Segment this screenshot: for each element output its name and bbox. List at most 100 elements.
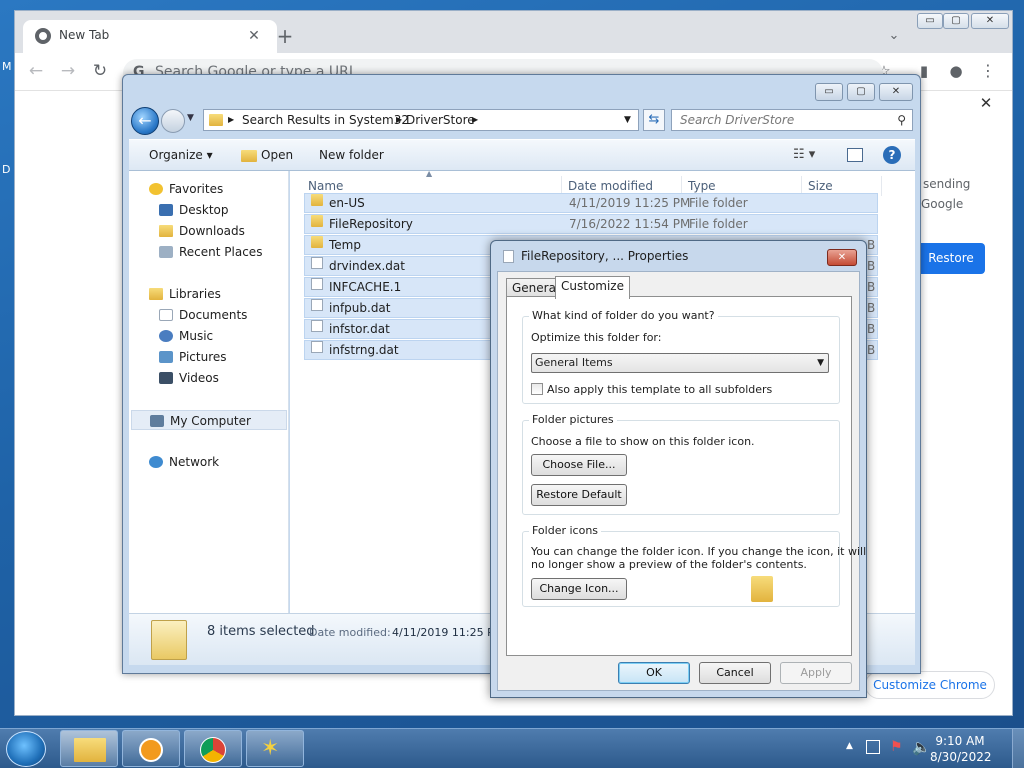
nav-music[interactable]: Music	[159, 326, 213, 346]
file-name: infstrng.dat	[329, 343, 399, 357]
change-icon-button[interactable]: Change Icon...	[531, 578, 627, 600]
restore-default-button[interactable]: Restore Default	[531, 484, 627, 506]
network-tray-icon[interactable]	[866, 740, 880, 754]
help-icon[interactable]: ?	[883, 146, 901, 164]
nav-videos[interactable]: Videos	[159, 368, 219, 388]
dialog-close-icon[interactable]: ✕	[827, 249, 857, 266]
chevron-down-icon[interactable]: ▼	[624, 110, 631, 130]
back-icon[interactable]: ←	[25, 61, 47, 83]
file-size-fragment: B	[867, 343, 876, 357]
customize-chrome-button[interactable]: Customize Chrome	[865, 671, 995, 699]
reload-icon[interactable]: ↻	[89, 61, 111, 83]
nav-desktop[interactable]: Desktop	[159, 200, 229, 220]
customize-panel: What kind of folder do you want? Optimiz…	[506, 296, 866, 656]
minimize-icon[interactable]: ▭	[917, 13, 943, 29]
file-icon	[311, 278, 323, 290]
tab-search-icon[interactable]: ⌄	[883, 26, 905, 48]
refresh-icon[interactable]: ⇆	[643, 109, 665, 131]
file-size-fragment: B	[867, 301, 876, 315]
cancel-button[interactable]: Cancel	[699, 662, 771, 684]
chrome-tabstrip: New Tab ✕ + ⌄ ▭ ▢ ✕	[15, 11, 1012, 53]
apply-button[interactable]: Apply	[780, 662, 852, 684]
menu-kebab-icon[interactable]: ⋮	[977, 61, 999, 83]
ok-button[interactable]: OK	[618, 662, 690, 684]
folder-icon	[74, 738, 106, 762]
taskbar-explorer[interactable]	[60, 730, 118, 767]
organize-button[interactable]: Organize ▾	[149, 148, 213, 162]
nav-recent-places[interactable]: Recent Places	[159, 242, 262, 262]
file-name: infstor.dat	[329, 322, 390, 336]
breadcrumb-item[interactable]: Search Results in System32	[242, 110, 409, 130]
open-folder-icon	[241, 150, 257, 162]
chevron-right-icon: ▶	[472, 115, 479, 124]
restore-button[interactable]: Restore	[917, 243, 985, 274]
new-tab-icon[interactable]: +	[274, 26, 296, 48]
search-input[interactable]: Search DriverStore ⚲	[671, 109, 913, 131]
clock[interactable]: 9:10 AM 8/30/2022	[930, 733, 992, 765]
taskbar-media-player[interactable]	[122, 730, 180, 767]
subfolders-checkbox[interactable]	[531, 383, 543, 395]
chrome-tab[interactable]: New Tab ✕	[23, 20, 277, 53]
folder-icon	[209, 114, 223, 126]
nav-favorites[interactable]: Favorites	[149, 179, 223, 199]
close-icon[interactable]: ✕	[879, 83, 913, 101]
new-folder-button[interactable]: New folder	[319, 148, 384, 162]
volume-icon[interactable]: 🔈	[912, 738, 931, 756]
minimize-icon[interactable]: ▭	[815, 83, 843, 101]
clock-date: 8/30/2022	[930, 750, 992, 764]
optimize-selected: General Items	[535, 356, 613, 369]
explorer-command-bar: Organize ▾ Open New folder ☷ ▾ ?	[129, 139, 915, 171]
chrome-tab-title: New Tab	[59, 28, 110, 42]
maximize-icon[interactable]: ▢	[847, 83, 875, 101]
close-tab-icon[interactable]: ✕	[243, 26, 265, 48]
forward-icon[interactable]: →	[57, 61, 79, 83]
navigation-pane: Favorites Desktop Downloads Recent Place…	[129, 171, 289, 613]
file-date: 4/11/2019 11:25 PM	[569, 196, 691, 210]
desktop-fragment: D	[2, 163, 11, 176]
view-options-icon[interactable]: ☷ ▾	[793, 147, 815, 162]
nav-pictures[interactable]: Pictures	[159, 347, 227, 367]
dialog-title: FileRepository, ... Properties	[521, 249, 689, 263]
banner-text: Google	[921, 197, 964, 211]
file-row[interactable]: FileRepository 7/16/2022 11:54 PM File fol…	[304, 214, 878, 234]
forward-icon[interactable]	[161, 109, 185, 133]
file-type: File folder	[689, 217, 748, 231]
back-icon[interactable]: ←	[131, 107, 159, 135]
show-desktop-button[interactable]	[1012, 729, 1024, 768]
optimize-select[interactable]: General Items ▼	[531, 353, 829, 373]
file-name: Temp	[329, 238, 361, 252]
nav-libraries[interactable]: Libraries	[149, 284, 221, 304]
file-size-fragment: B	[867, 280, 876, 294]
action-center-icon[interactable]: ⚑	[890, 739, 903, 755]
profile-avatar-icon[interactable]: ●	[945, 61, 967, 83]
chevron-right-icon: ▶	[396, 115, 403, 124]
file-name: FileRepository	[329, 217, 413, 231]
file-icon	[311, 299, 323, 311]
tray-arrow-icon[interactable]: ▲	[846, 741, 853, 751]
selection-folder-icon	[151, 620, 187, 660]
nav-my-computer[interactable]: My Computer	[131, 410, 287, 430]
file-size-fragment: B	[867, 238, 876, 252]
close-banner-icon[interactable]: ✕	[975, 93, 997, 115]
close-icon[interactable]: ✕	[971, 13, 1009, 29]
file-row[interactable]: en-US 4/11/2019 11:25 PM File folder	[304, 193, 878, 213]
folder-icon	[311, 215, 323, 227]
tab-customize[interactable]: Customize	[555, 276, 630, 299]
taskbar-chrome[interactable]	[184, 730, 242, 767]
maximize-icon[interactable]: ▢	[943, 13, 969, 29]
preview-pane-icon[interactable]	[847, 148, 863, 162]
banner-text: sending	[923, 177, 971, 191]
desktop-fragment: M	[2, 60, 12, 73]
nav-downloads[interactable]: Downloads	[159, 221, 245, 241]
breadcrumb-item[interactable]: DriverStore	[406, 110, 475, 130]
address-bar[interactable]: ▶ Search Results in System32 ▶ DriverSto…	[203, 109, 639, 131]
icons-text-line2: no longer show a preview of the folder's…	[531, 558, 807, 571]
search-icon: ⚲	[897, 113, 906, 127]
history-dropdown-icon[interactable]: ▼	[187, 113, 194, 123]
taskbar-control-panel[interactable]: ✶	[246, 730, 304, 767]
choose-file-button[interactable]: Choose File...	[531, 454, 627, 476]
open-button[interactable]: Open	[261, 148, 293, 162]
start-button[interactable]	[6, 731, 46, 767]
nav-network[interactable]: Network	[149, 452, 219, 472]
nav-documents[interactable]: Documents	[159, 305, 247, 325]
